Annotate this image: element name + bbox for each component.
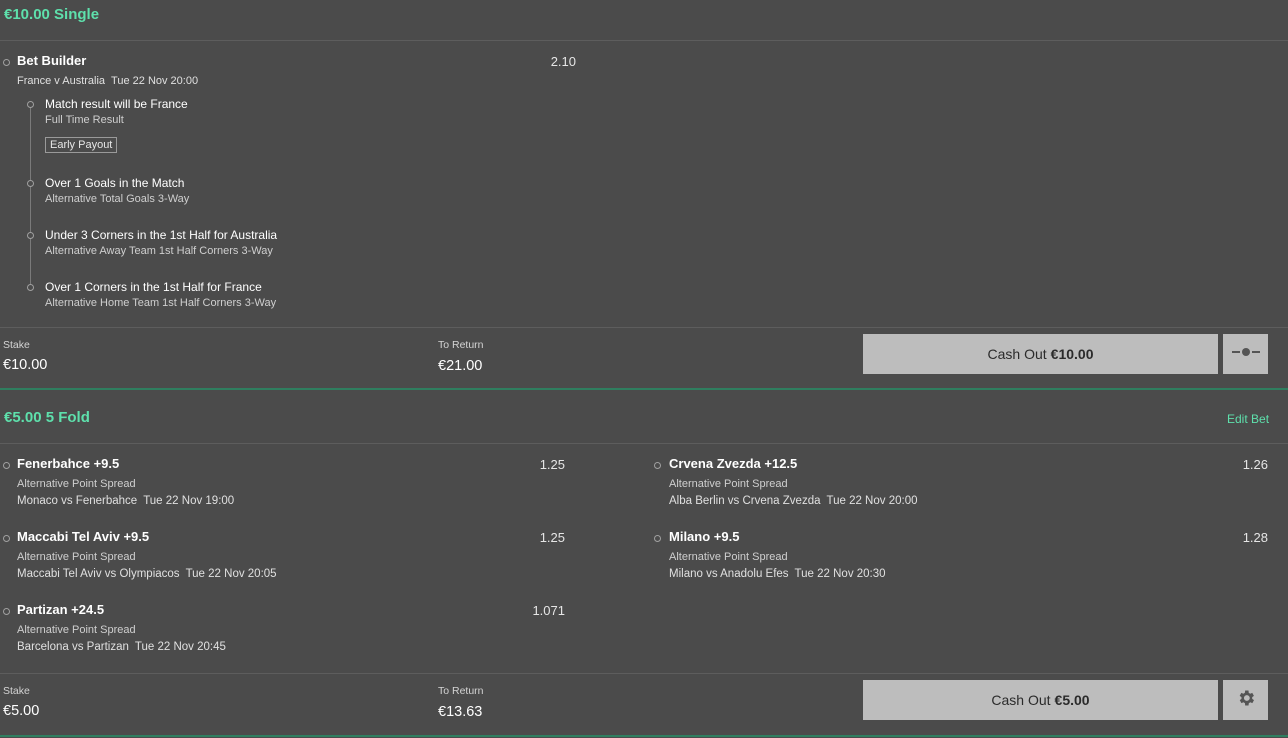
selection-bullet-icon <box>3 59 10 66</box>
selection-market: Alternative Point Spread <box>17 478 136 490</box>
leg-name: Match result will be France <box>45 97 188 111</box>
leg-bullet-icon <box>27 232 34 239</box>
selection-bullet-icon <box>654 462 661 469</box>
event-info: Barcelona vs Partizan Tue 22 Nov 20:45 <box>17 641 226 653</box>
leg-name: Over 1 Goals in the Match <box>45 176 185 190</box>
leg-market: Full Time Result <box>45 114 124 126</box>
bet-title: €5.00 5 Fold <box>4 409 90 426</box>
selection-odds: 1.26 <box>1242 457 1268 472</box>
selection-bullet-icon <box>3 462 10 469</box>
selection-name: Fenerbahce +9.5 <box>17 456 120 471</box>
cash-out-amount: €10.00 <box>1050 346 1094 362</box>
bet-separator <box>0 735 1288 737</box>
divider <box>0 327 1288 328</box>
selection-name: Milano +9.5 <box>669 529 740 544</box>
event-name: Alba Berlin vs Crvena Zvezda <box>669 495 821 507</box>
stake-label: Stake <box>3 339 30 351</box>
selection-name: Partizan +24.5 <box>17 602 105 617</box>
bet-title: €10.00 Single <box>4 6 100 23</box>
event-name: Maccabi Tel Aviv vs Olympiacos <box>17 568 180 580</box>
selection-market: Alternative Point Spread <box>669 551 788 563</box>
leg-market: Alternative Away Team 1st Half Corners 3… <box>45 245 273 257</box>
selection-odds: 1.28 <box>1242 530 1268 545</box>
leg-bullet-icon <box>27 284 34 291</box>
selection-odds: 1.25 <box>539 530 565 545</box>
selection-odds: 1.071 <box>532 603 565 618</box>
event-info: Monaco vs Fenerbahce Tue 22 Nov 19:00 <box>17 495 234 507</box>
stake-label: Stake <box>3 685 30 697</box>
gear-icon <box>1236 688 1256 713</box>
partial-cash-out-button[interactable] <box>1223 334 1268 374</box>
return-label: To Return <box>438 685 484 697</box>
divider <box>0 40 1288 41</box>
leg-bullet-icon <box>27 101 34 108</box>
cash-out-button[interactable]: Cash Out €10.00 <box>863 334 1218 374</box>
bet-builder-odds: 2.10 <box>550 54 576 69</box>
event-info: Alba Berlin vs Crvena Zvezda Tue 22 Nov 2… <box>669 495 917 507</box>
event-name: France v Australia <box>17 75 106 87</box>
selection-name: Crvena Zvezda +12.5 <box>669 456 798 471</box>
event-date: Tue 22 Nov 20:30 <box>794 568 886 580</box>
selection-name: Maccabi Tel Aviv +9.5 <box>17 529 150 544</box>
event-info: Milano vs Anadolu Efes Tue 22 Nov 20:30 <box>669 568 886 580</box>
selection-bullet-icon <box>3 608 10 615</box>
event-name: Milano vs Anadolu Efes <box>669 568 789 580</box>
cash-out-label: Cash Out <box>987 346 1047 362</box>
leg-market: Alternative Total Goals 3-Way <box>45 193 190 205</box>
selection-bullet-icon <box>3 535 10 542</box>
cash-out-label: Cash Out <box>991 692 1051 708</box>
event-date: Tue 22 Nov 20:00 <box>111 75 199 87</box>
event-date: Tue 22 Nov 20:00 <box>826 495 918 507</box>
legs-connector-line <box>30 104 31 286</box>
selection-bullet-icon <box>654 535 661 542</box>
event-info: France v Australia Tue 22 Nov 20:00 <box>17 75 198 87</box>
stake-amount: €5.00 <box>3 703 40 719</box>
event-date: Tue 22 Nov 20:05 <box>185 568 277 580</box>
leg-bullet-icon <box>27 180 34 187</box>
stake-amount: €10.00 <box>3 357 48 373</box>
bet-builder-name: Bet Builder <box>17 53 87 68</box>
leg-name: Over 1 Corners in the 1st Half for Franc… <box>45 280 262 294</box>
cash-out-button[interactable]: Cash Out €5.00 <box>863 680 1218 720</box>
edit-bet-link[interactable]: Edit Bet <box>1227 412 1269 426</box>
event-name: Barcelona vs Partizan <box>17 641 129 653</box>
bet-separator <box>0 388 1288 390</box>
leg-name: Under 3 Corners in the 1st Half for Aust… <box>45 228 278 242</box>
return-amount: €13.63 <box>438 704 483 720</box>
return-label: To Return <box>438 339 484 351</box>
slider-toggle-icon <box>1231 345 1261 363</box>
event-name: Monaco vs Fenerbahce <box>17 495 138 507</box>
divider <box>0 673 1288 674</box>
selection-market: Alternative Point Spread <box>17 551 136 563</box>
event-info: Maccabi Tel Aviv vs Olympiacos Tue 22 Nov… <box>17 568 277 580</box>
selection-odds: 1.25 <box>539 457 565 472</box>
selection-market: Alternative Point Spread <box>17 624 136 636</box>
divider <box>0 443 1288 444</box>
settings-button[interactable] <box>1223 680 1268 720</box>
return-amount: €21.00 <box>438 358 483 374</box>
event-date: Tue 22 Nov 20:45 <box>134 641 226 653</box>
selection-market: Alternative Point Spread <box>669 478 788 490</box>
event-date: Tue 22 Nov 19:00 <box>143 495 235 507</box>
early-payout-badge: Early Payout <box>45 137 118 153</box>
cash-out-amount: €5.00 <box>1054 692 1090 708</box>
leg-market: Alternative Home Team 1st Half Corners 3… <box>45 297 277 309</box>
